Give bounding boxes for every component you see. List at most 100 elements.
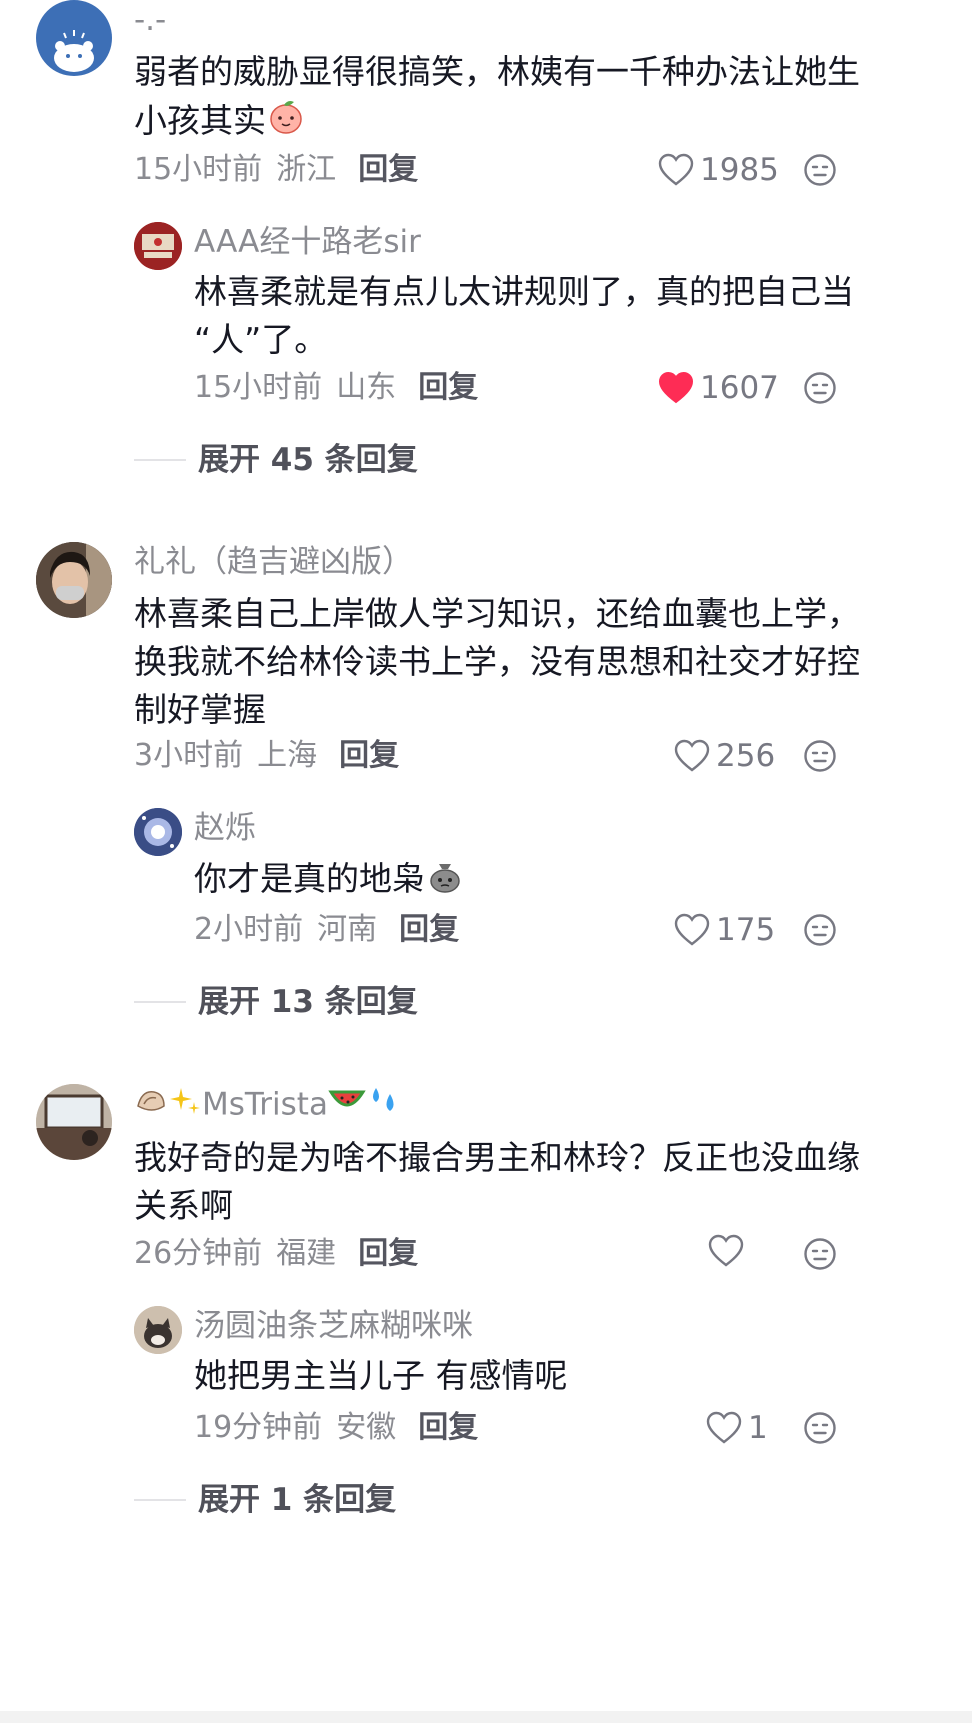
heart-outline-icon xyxy=(674,913,710,946)
reply-text-line: 她把男主当儿子 有感情呢 xyxy=(194,1356,568,1395)
reply-time: 19分钟前 xyxy=(194,1410,323,1445)
dislike-button[interactable] xyxy=(803,153,837,187)
avatar-portrait-icon xyxy=(36,542,112,618)
divider-line xyxy=(134,459,186,461)
sparkles-emoji-icon xyxy=(168,1084,202,1128)
peach-emoji-icon xyxy=(266,96,306,149)
dislike-button[interactable] xyxy=(803,739,837,773)
reply-meta: 15小时前 山东 回复 xyxy=(194,368,478,408)
comment-time: 3小时前 xyxy=(134,738,244,773)
avatar[interactable] xyxy=(36,0,112,76)
comment-location: 福建 xyxy=(276,1236,337,1271)
avatar-cat-icon xyxy=(134,1306,182,1354)
comment-time: 26分钟前 xyxy=(134,1236,263,1271)
reply-text-line: 林喜柔就是有点儿太讲规则了，真的把自己当 xyxy=(194,272,854,311)
reply-location: 山东 xyxy=(336,370,397,405)
dislike-face-icon xyxy=(804,740,836,772)
comment-text-line: 小孩其实 xyxy=(134,96,934,149)
comment-time: 15小时前 xyxy=(134,152,263,187)
comment-meta: 26分钟前 福建 回复 xyxy=(134,1234,418,1274)
comment-username[interactable]: MsTrista xyxy=(134,1084,400,1128)
like-count: 256 xyxy=(716,738,776,774)
like-button[interactable]: 1607 xyxy=(658,368,779,408)
dislike-button[interactable] xyxy=(803,913,837,947)
expand-label: 展开 13 条回复 xyxy=(198,984,418,1020)
reply-time: 2小时前 xyxy=(194,912,304,947)
comment-username[interactable]: 礼礼（趋吉避凶版） xyxy=(134,542,413,582)
expand-replies-button[interactable]: 展开 1 条回复 xyxy=(134,1480,396,1520)
divider-line xyxy=(134,1499,186,1501)
avatar[interactable] xyxy=(134,1306,182,1354)
reply-location: 河南 xyxy=(317,912,378,947)
avatar[interactable] xyxy=(36,542,112,618)
reply-username[interactable]: AAA经十路老sir xyxy=(194,222,421,262)
heart-outline-icon xyxy=(674,739,710,772)
reply-button[interactable]: 回复 xyxy=(418,1410,478,1445)
comment-content: 弱者的威胁显得很搞笑，林姨有一千种办法让她生 小孩其实 xyxy=(134,48,934,149)
like-count: 175 xyxy=(716,912,776,948)
expand-label: 展开 1 条回复 xyxy=(198,1482,397,1518)
comment-text: 小孩其实 xyxy=(134,101,266,140)
heart-filled-icon xyxy=(658,371,694,404)
droplets-emoji-icon xyxy=(366,1084,400,1128)
reply-button[interactable]: 回复 xyxy=(358,1236,418,1271)
dislike-face-icon xyxy=(804,1238,836,1270)
dislike-button[interactable] xyxy=(803,1411,837,1445)
comment-meta: 15小时前 浙江 回复 xyxy=(134,150,418,190)
expand-replies-button[interactable]: 展开 45 条回复 xyxy=(134,440,418,480)
dislike-face-icon xyxy=(804,1412,836,1444)
dislike-button[interactable] xyxy=(803,1237,837,1271)
comment-text-line: 林喜柔自己上岸做人学习知识，还给血囊也上学， xyxy=(134,594,860,633)
reply-content: 她把男主当儿子 有感情呢 xyxy=(194,1352,934,1400)
comment-text-line: 制好掌握 xyxy=(134,690,266,729)
dislike-face-icon xyxy=(804,154,836,186)
reply-meta: 2小时前 河南 回复 xyxy=(194,910,459,950)
avatar-bear-icon xyxy=(54,30,94,72)
reply-meta: 19分钟前 安徽 回复 xyxy=(194,1408,478,1448)
like-button[interactable]: 256 xyxy=(674,736,775,776)
reply-location: 安徽 xyxy=(336,1410,397,1445)
dislike-button[interactable] xyxy=(803,371,837,405)
avatar[interactable] xyxy=(36,1084,112,1160)
comment-text-line: 弱者的威胁显得很搞笑，林姨有一千种办法让她生 xyxy=(134,52,860,91)
page-bottom-strip xyxy=(0,1711,972,1723)
like-count: 1 xyxy=(748,1410,768,1446)
reply-text-line: “人”了。 xyxy=(194,320,328,359)
comment-meta: 3小时前 上海 回复 xyxy=(134,736,399,776)
comment-text-line: 换我就不给林伶读书上学，没有思想和社交才好控 xyxy=(134,642,860,681)
heart-outline-icon xyxy=(658,153,694,186)
comment-content: 林喜柔自己上岸做人学习知识，还给血囊也上学， 换我就不给林伶读书上学，没有思想和… xyxy=(134,590,954,734)
expand-replies-button[interactable]: 展开 13 条回复 xyxy=(134,982,418,1022)
avatar-banner-icon xyxy=(134,222,182,270)
reply-content: 你才是真的地枭 xyxy=(194,854,934,907)
comment-username-text: MsTrista xyxy=(202,1086,328,1123)
bag-emoji-icon xyxy=(425,854,465,907)
dislike-face-icon xyxy=(804,372,836,404)
comment-username[interactable]: -.- xyxy=(134,0,166,40)
avatar-galaxy-icon xyxy=(134,808,182,856)
like-button[interactable]: 1985 xyxy=(658,150,779,190)
like-button[interactable]: 175 xyxy=(674,910,775,950)
reply-username[interactable]: 汤圆油条芝麻糊咪咪 xyxy=(194,1306,473,1346)
avatar[interactable] xyxy=(134,808,182,856)
reply-button[interactable]: 回复 xyxy=(358,152,418,187)
comment-location: 上海 xyxy=(257,738,318,773)
avatar[interactable] xyxy=(134,222,182,270)
comment-text-line: 关系啊 xyxy=(134,1186,233,1225)
heart-outline-icon xyxy=(708,1234,744,1267)
like-count: 1985 xyxy=(700,152,779,188)
comment-text-line: 我好奇的是为啥不撮合男主和林玲？反正也没血缘 xyxy=(134,1138,860,1177)
like-button[interactable]: 1 xyxy=(706,1408,768,1448)
heart-outline-icon xyxy=(706,1411,742,1444)
avatar-window-icon xyxy=(36,1084,112,1160)
reply-button[interactable]: 回复 xyxy=(418,370,478,405)
like-button[interactable] xyxy=(708,1234,750,1268)
reply-username[interactable]: 赵烁 xyxy=(194,808,256,848)
shell-emoji-icon xyxy=(134,1084,168,1128)
expand-label: 展开 45 条回复 xyxy=(198,442,418,478)
reply-text-line: 你才是真的地枭 xyxy=(194,854,934,907)
reply-button[interactable]: 回复 xyxy=(399,912,459,947)
reply-text: 你才是真的地枭 xyxy=(194,859,425,898)
reply-button[interactable]: 回复 xyxy=(339,738,399,773)
like-count: 1607 xyxy=(700,370,779,406)
